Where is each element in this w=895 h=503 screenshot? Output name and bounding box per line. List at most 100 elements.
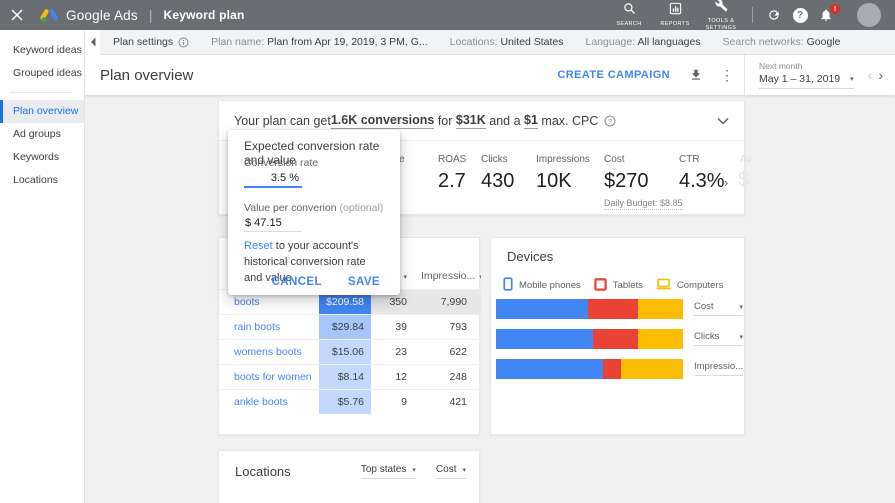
save-button[interactable]: SAVE (340, 272, 388, 292)
metric-impressions: Impressions 10K (536, 154, 590, 192)
topbar-divider (752, 7, 753, 23)
plan-settings-summary: Plan name: Plan from Apr 19, 2019, 3 PM,… (189, 36, 840, 48)
keyword-link[interactable]: boots for women (234, 371, 312, 383)
value-per-conversion-label: Value per converion (optional) (244, 202, 384, 214)
sidebar-item-keywords[interactable]: Keywords (0, 146, 84, 169)
devices-metric-dropdown-3[interactable]: Impressio...▾ (694, 361, 743, 376)
chevron-down-icon: ▾ (739, 303, 743, 311)
conversion-rate-input[interactable] (244, 170, 302, 188)
faded-metric-value: $ (738, 169, 750, 191)
cost-heat-cell: $8.14 (319, 363, 371, 389)
devices-metric-dropdown-2[interactable]: Clicks ▾ (694, 331, 743, 346)
legend-tablet: Tablets (594, 277, 643, 294)
chevron-down-icon: ▾ (850, 76, 854, 83)
devices-title: Devices (507, 249, 554, 264)
chevron-down-icon: ▾ (403, 273, 407, 281)
notifications-bell-icon[interactable]: ! (813, 4, 840, 22)
next-period-icon[interactable]: › (878, 67, 883, 83)
clicks-cell: 9 (371, 388, 421, 414)
legend-computer: Computers (656, 278, 723, 293)
sidebar-item-ad-groups[interactable]: Ad groups (0, 123, 84, 146)
page-name: Keyword plan (163, 8, 245, 22)
bar-segment-mobile (496, 299, 588, 319)
plan-setting-item: Locations: United States (449, 36, 564, 48)
locations-breakdown-dropdown[interactable]: Top states ▾ (360, 464, 416, 479)
impressions-cell: 793 (421, 313, 481, 339)
conversions-estimate[interactable]: 1.6K conversions (330, 113, 435, 129)
table-row: boots for women $8.14 12 248 (219, 363, 481, 389)
help-circle-icon[interactable]: ? (604, 115, 616, 127)
sidebar-item-locations[interactable]: Locations (0, 169, 84, 192)
keyword-link[interactable]: ankle boots (234, 396, 288, 408)
scroll-metrics-right-icon[interactable]: › (724, 175, 728, 190)
column-header-impressio[interactable]: Impressio...▾ (421, 263, 481, 289)
cost-estimate[interactable]: $31K (455, 113, 486, 129)
value-per-conversion-input[interactable] (244, 215, 302, 232)
info-icon (178, 36, 189, 48)
download-icon[interactable] (689, 68, 703, 82)
metric-roas: ROAS 2.7 (438, 154, 467, 192)
left-nav-sidebar: Keyword ideas Grouped ideas Plan overview A… (0, 30, 85, 503)
collapse-panel-icon[interactable] (85, 29, 100, 55)
close-icon[interactable] (0, 9, 34, 21)
sidebar-item-grouped-ideas[interactable]: Grouped ideas (0, 62, 84, 85)
svg-text:?: ? (608, 118, 612, 125)
page-header: Plan overview CREATE CAMPAIGN ⋮ Next mon… (85, 55, 895, 95)
bar-segment-tablet (587, 299, 639, 319)
bar-segment-mobile (496, 359, 603, 379)
plan-setting-item: Search networks: Google (722, 36, 841, 48)
reports-icon (669, 2, 682, 20)
search-icon (623, 2, 636, 20)
chevron-down-icon: ▾ (739, 333, 743, 341)
cost-heat-cell: $15.06 (319, 338, 371, 364)
bar-segment-tablet (602, 359, 622, 379)
keyword-link[interactable]: rain boots (234, 321, 280, 333)
tablet-icon (594, 277, 613, 294)
sidebar-divider (10, 92, 72, 93)
impressions-cell: 622 (421, 338, 481, 364)
tools-settings-nav-button[interactable]: TOOLS & SETTINGS (698, 0, 744, 31)
sidebar-item-plan-overview[interactable]: Plan overview (0, 100, 84, 123)
metric-ctr: CTR 4.3% (679, 154, 725, 192)
plan-settings-button[interactable]: Plan settings (113, 36, 189, 48)
conversion-settings-popover: Expected conversion rate and value Conve… (228, 130, 400, 295)
create-campaign-button[interactable]: CREATE CAMPAIGN (557, 69, 670, 81)
more-options-kebab-icon[interactable]: ⋮ (720, 67, 734, 84)
devices-legend: Mobile phones Tablets Computers (503, 277, 736, 294)
table-row: rain boots $29.84 39 793 (219, 313, 481, 339)
previous-period-icon[interactable]: ‹ (868, 67, 873, 83)
google-ads-logo-icon (40, 8, 58, 23)
bar-segment-computer (638, 299, 683, 319)
reports-nav-button[interactable]: REPORTS (652, 2, 698, 28)
date-range-dropdown[interactable]: May 1 – 31, 2019 ▾ (759, 73, 854, 89)
bar-segment-mobile (496, 329, 594, 349)
chevron-down-icon: ▾ (479, 274, 481, 281)
table-row: ankle boots $5.76 9 421 (219, 388, 481, 414)
sidebar-item-keyword-ideas[interactable]: Keyword ideas (0, 39, 84, 62)
max-cpc-estimate[interactable]: $1 (524, 113, 538, 129)
notification-badge: ! (830, 4, 840, 14)
devices-metric-dropdown-1[interactable]: Cost ▾ (694, 301, 743, 316)
mobile-icon (503, 277, 519, 294)
plan-settings-bar: Plan settings Plan name: Plan from Apr 1… (85, 29, 895, 55)
cost-heat-cell: $29.84 (319, 313, 371, 339)
reset-link[interactable]: Reset (244, 240, 273, 252)
keyword-link[interactable]: boots (234, 296, 260, 308)
period-label: Next month (759, 61, 803, 71)
search-nav-button[interactable]: SEARCH (606, 2, 652, 28)
bar-segment-computer (638, 329, 683, 349)
wrench-icon (715, 0, 728, 17)
avatar[interactable] (857, 3, 881, 27)
stacked-bar-impressio (496, 359, 683, 379)
keyword-link[interactable]: womens boots (234, 346, 302, 358)
collapse-banner-chevron-icon[interactable] (717, 117, 729, 125)
legend-mobile: Mobile phones (503, 277, 581, 294)
date-range-selector: Next month May 1 – 31, 2019 ▾ ‹ › (744, 55, 895, 95)
help-icon[interactable]: ? (787, 7, 813, 23)
locations-metric-dropdown[interactable]: Cost ▾ (435, 464, 466, 479)
cancel-button[interactable]: CANCEL (264, 272, 330, 292)
refresh-icon[interactable] (761, 8, 787, 22)
impressions-cell: 421 (421, 388, 481, 414)
metric-cost: Cost $270 Daily Budget: $8.85 (604, 154, 683, 210)
plan-setting-item: Plan name: Plan from Apr 19, 2019, 3 PM,… (211, 36, 428, 48)
